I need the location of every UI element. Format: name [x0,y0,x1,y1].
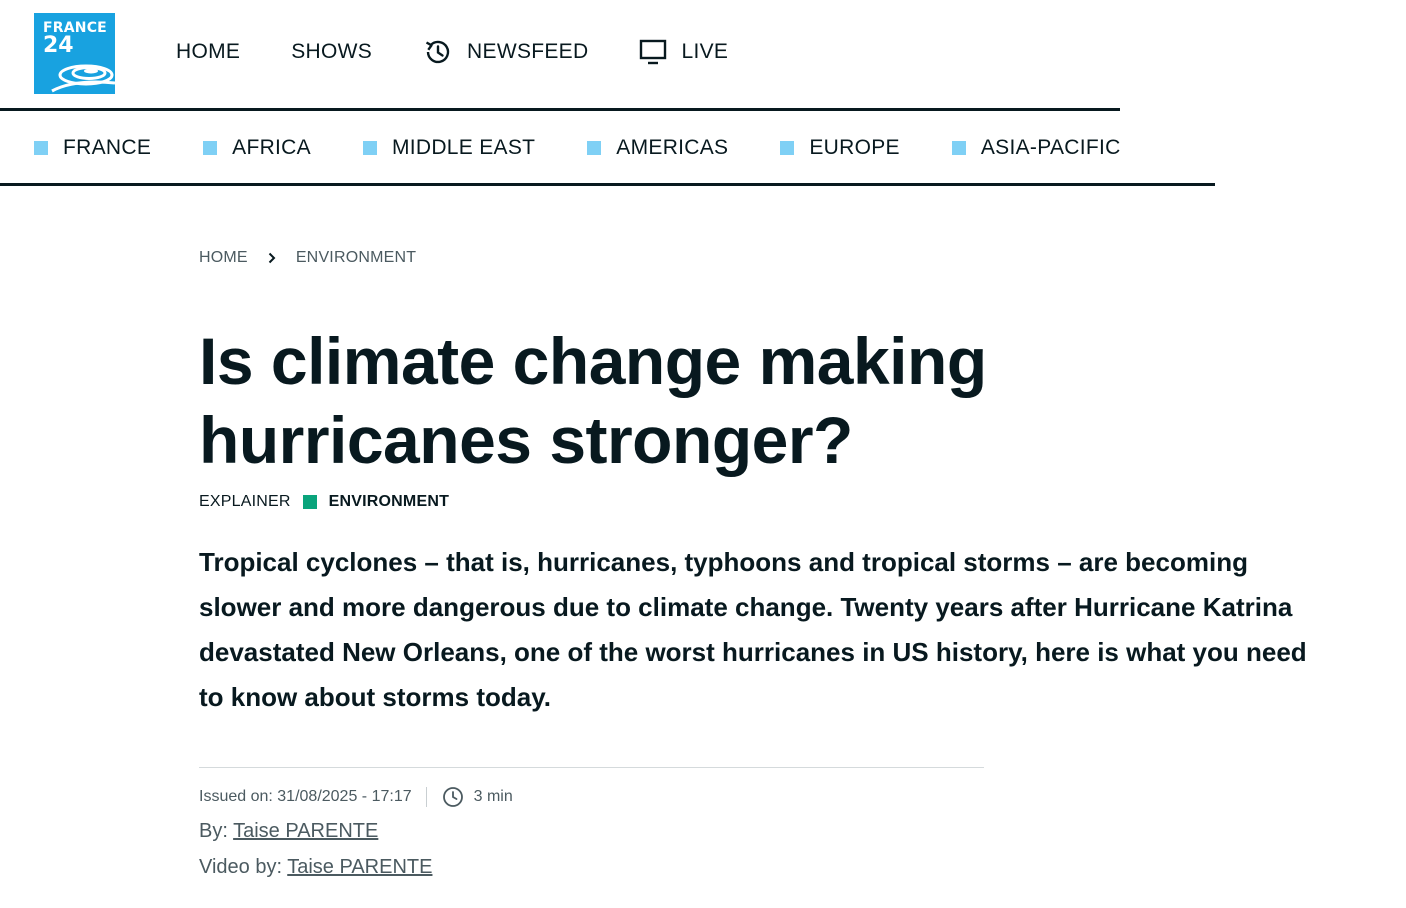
nav-home-label: HOME [176,40,241,63]
history-icon [423,37,453,67]
author-link[interactable]: Taise PARENTE [233,820,378,842]
article-lead: Tropical cyclones – that is, hurricanes,… [199,547,1307,712]
region-label: MIDDLE EAST [391,136,536,159]
region-marker [587,141,602,155]
region-europe[interactable]: EUROPE [780,136,900,160]
article-kind: EXPLAINER [199,493,291,510]
region-marker [951,141,966,155]
breadcrumb-environment[interactable]: ENVIRONMENT [296,249,416,267]
breadcrumb: HOME ENVIRONMENT [199,249,416,267]
nav-shows-label: SHOWS [291,40,373,63]
read-time: 3 min [473,788,513,805]
region-middle-east[interactable]: MIDDLE EAST [362,136,536,160]
meta-divider [199,767,984,768]
region-americas[interactable]: AMERICAS [587,136,728,160]
top-bar: FRANCE 24 HOME SHOWS NEWSFEED LIVE [0,0,1406,111]
nav-newsfeed-label: NEWSFEED [467,40,589,63]
region-marker [780,141,795,155]
region-france[interactable]: FRANCE [34,136,151,160]
monitor-icon [639,39,667,65]
region-label: FRANCE [63,136,152,159]
byline-label: By: [199,820,228,842]
breadcrumb-home[interactable]: HOME [199,249,248,267]
article-tags: EXPLAINER ENVIRONMENT [199,493,449,511]
category-marker [302,495,317,509]
region-label: EUROPE [809,136,900,159]
france24-logo[interactable]: FRANCE 24 [34,13,115,94]
region-marker [203,141,218,155]
nav-live-label: LIVE [681,40,729,63]
video-byline: Video by: Taise PARENTE [199,856,432,879]
nav-home[interactable]: HOME [176,36,240,68]
clock-icon [442,786,464,808]
region-divider [0,183,1215,186]
meta-separator [425,787,427,807]
article-meta: Issued on: 31/08/2025 - 17:17 3 min [199,786,513,808]
region-marker [362,141,377,155]
video-byline-label: Video by: [199,856,283,878]
category-link[interactable]: ENVIRONMENT [329,493,449,511]
issued-date: Issued on: 31/08/2025 - 17:17 [199,788,412,805]
main-nav: HOME SHOWS NEWSFEED LIVE [176,36,779,68]
region-label: AFRICA [232,136,311,159]
nav-live[interactable]: LIVE [639,36,728,68]
logo-line2: 24 [43,33,74,58]
region-marker [34,141,48,155]
region-nav: FRANCE AFRICA MIDDLE EAST AMERICAS EUROP… [34,132,1173,164]
region-label: AMERICAS [616,136,729,159]
region-label: ASIA-PACIFIC [980,136,1121,159]
byline: By: Taise PARENTE [199,820,378,843]
region-asia-pacific[interactable]: ASIA-PACIFIC [951,136,1121,160]
region-africa[interactable]: AFRICA [203,136,311,160]
article-title: Is climate change making hurricanes stro… [199,324,987,477]
header-divider [0,108,1120,111]
nav-shows[interactable]: SHOWS [291,36,372,68]
chevron-right-icon [267,251,277,265]
nav-newsfeed[interactable]: NEWSFEED [423,36,588,68]
video-author-link[interactable]: Taise PARENTE [287,856,432,878]
